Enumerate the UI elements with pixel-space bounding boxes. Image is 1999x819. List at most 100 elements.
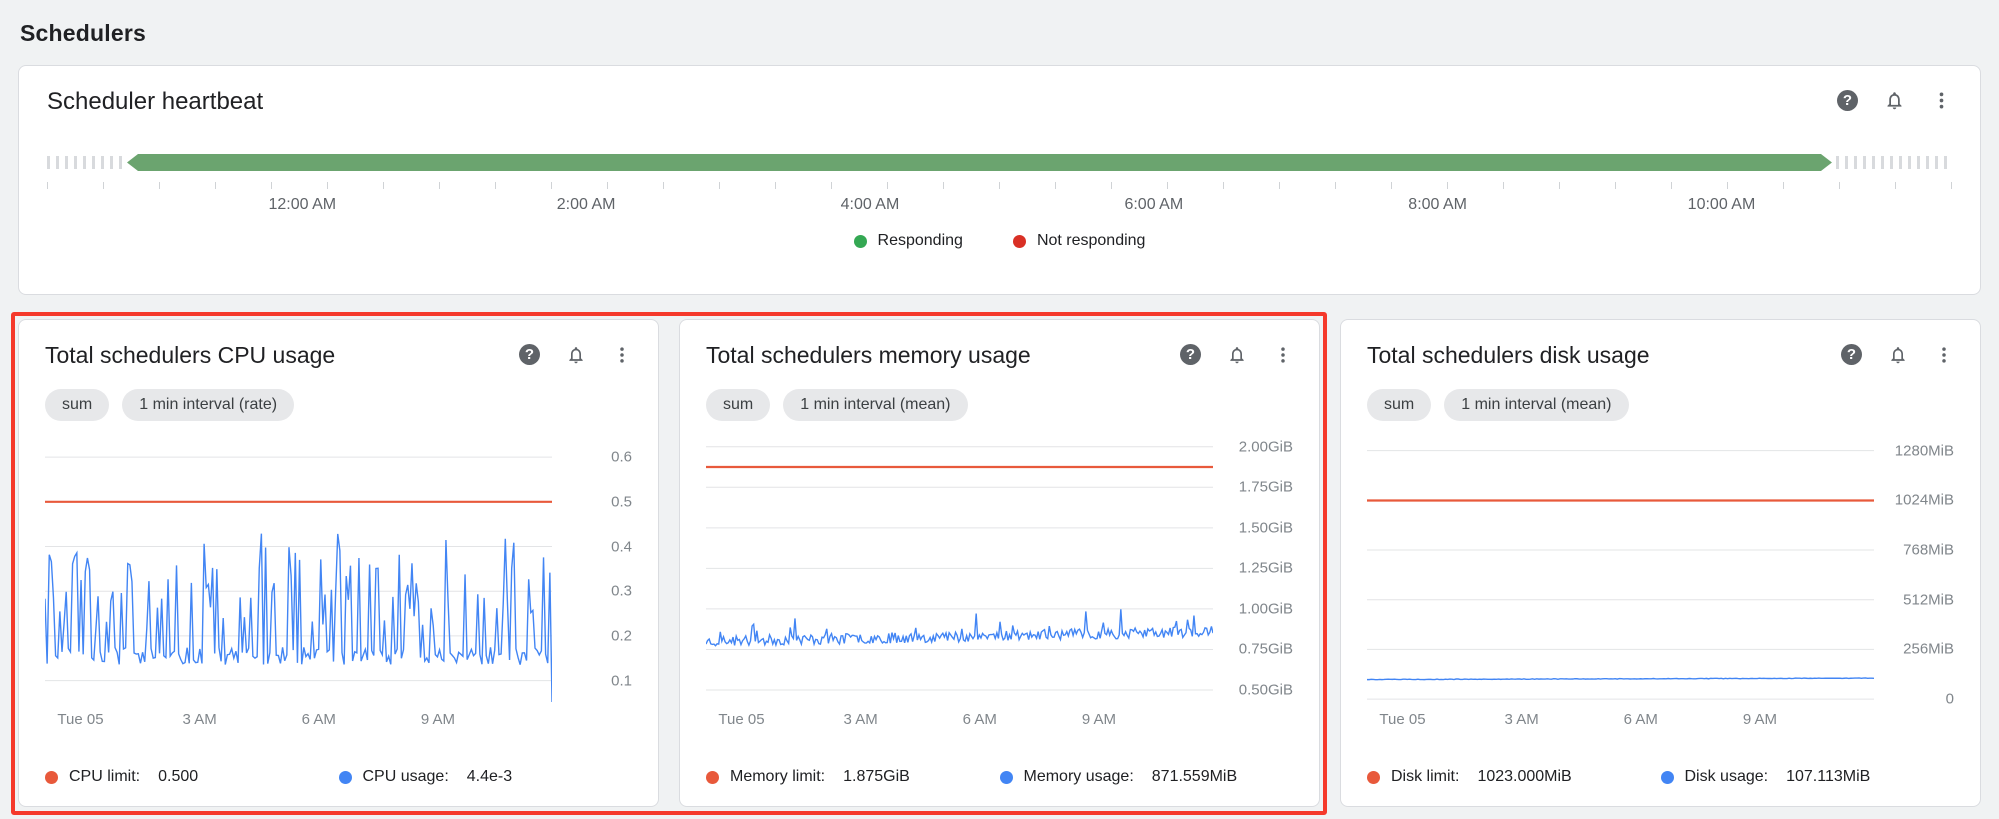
limit-dot-icon: [1367, 771, 1380, 784]
legend-label: Memory limit:: [730, 768, 825, 786]
legend-label: Disk limit:: [1391, 768, 1459, 786]
legend-label: Responding: [878, 232, 963, 250]
disk-usage-plot: [1367, 437, 1874, 703]
legend-item-limit: Disk limit: 1023.000MiB: [1367, 768, 1661, 786]
x-tick-label: 6 AM: [1624, 711, 1658, 728]
cpu-usage-plot: [45, 437, 552, 703]
more-options-icon[interactable]: [1273, 345, 1293, 365]
legend-value: 107.113MiB: [1786, 768, 1870, 786]
chart-title: Total schedulers memory usage: [706, 342, 1031, 369]
legend-item-limit: Memory limit: 1.875GiB: [706, 768, 1000, 786]
legend-label: Memory usage:: [1024, 768, 1134, 786]
x-tick-label: 3 AM: [1505, 711, 1539, 728]
time-label: 12:00 AM: [268, 196, 336, 214]
x-tick-label: 9 AM: [1082, 711, 1116, 728]
x-axis-labels: Tue 05 3 AM 6 AM 9 AM: [1367, 711, 1874, 735]
y-tick-label: 0.50GiB: [1239, 682, 1293, 699]
legend-item-usage: Memory usage: 871.559MiB: [1000, 768, 1294, 786]
chart-legend: Disk limit: 1023.000MiB Disk usage: 107.…: [1367, 754, 1954, 786]
time-label: 8:00 AM: [1408, 196, 1467, 214]
interval-chip[interactable]: 1 min interval (mean): [1444, 389, 1628, 421]
add-alert-bell-icon[interactable]: [1888, 345, 1908, 365]
heartbeat-timeline: [47, 154, 1952, 171]
y-tick-label: 1.50GiB: [1239, 519, 1293, 536]
limit-dot-icon: [706, 771, 719, 784]
heartbeat-bar-responding: [127, 154, 1832, 171]
y-tick-label: 0.4: [611, 538, 632, 555]
card-actions: ?: [519, 344, 632, 365]
legend-item-not-responding: Not responding: [1013, 232, 1146, 250]
more-options-icon[interactable]: [1934, 345, 1954, 365]
legend-label: CPU limit:: [69, 768, 140, 786]
y-tick-label: 0.2: [611, 627, 632, 644]
x-tick-label: 9 AM: [421, 711, 455, 728]
aggregation-chip[interactable]: sum: [1367, 389, 1431, 421]
legend-value: 871.559MiB: [1152, 768, 1237, 786]
chart-card-memory-usage: Total schedulers memory usage ? sum 1 mi…: [679, 319, 1320, 807]
chart-title: Total schedulers CPU usage: [45, 342, 335, 369]
aggregation-chip[interactable]: sum: [706, 389, 770, 421]
card-actions: ?: [1837, 90, 1952, 111]
y-tick-label: 2.00GiB: [1239, 438, 1293, 455]
help-icon[interactable]: ?: [1837, 90, 1858, 111]
time-label: 2:00 AM: [557, 196, 616, 214]
add-alert-bell-icon[interactable]: [1227, 345, 1247, 365]
page-title: Schedulers: [20, 20, 1981, 47]
add-alert-bell-icon[interactable]: [1884, 90, 1905, 111]
y-tick-label: 0.5: [611, 493, 632, 510]
y-tick-label: 0.6: [611, 449, 632, 466]
add-alert-bell-icon[interactable]: [566, 345, 586, 365]
chart-legend: Memory limit: 1.875GiB Memory usage: 871…: [706, 754, 1293, 786]
x-tick-label: Tue 05: [1379, 711, 1425, 728]
heartbeat-card: Scheduler heartbeat ? 12:00 AM 2:00 AM 4…: [18, 65, 1981, 295]
x-tick-label: 6 AM: [963, 711, 997, 728]
nodata-ticks-left: [47, 156, 127, 169]
heartbeat-title: Scheduler heartbeat: [47, 88, 263, 116]
help-icon[interactable]: ?: [1180, 344, 1201, 365]
more-options-icon[interactable]: [612, 345, 632, 365]
interval-chip[interactable]: 1 min interval (mean): [783, 389, 967, 421]
y-tick-label: 1.00GiB: [1239, 600, 1293, 617]
y-axis-labels: 0.60.50.40.30.20.1: [552, 437, 632, 703]
y-tick-label: 256MiB: [1903, 641, 1954, 658]
y-tick-label: 0: [1946, 691, 1954, 708]
time-axis-labels: 12:00 AM 2:00 AM 4:00 AM 6:00 AM 8:00 AM…: [47, 196, 1952, 220]
not-responding-dot-icon: [1013, 235, 1026, 248]
chart-title: Total schedulers disk usage: [1367, 342, 1650, 369]
x-tick-label: Tue 05: [57, 711, 103, 728]
legend-value: 1023.000MiB: [1477, 768, 1571, 786]
charts-row: Total schedulers CPU usage ? sum 1 min i…: [18, 319, 1981, 807]
y-axis-labels: 1280MiB1024MiB768MiB512MiB256MiB0: [1874, 437, 1954, 703]
legend-item-usage: CPU usage: 4.4e-3: [339, 768, 633, 786]
x-axis-labels: Tue 05 3 AM 6 AM 9 AM: [45, 711, 552, 735]
usage-dot-icon: [1000, 771, 1013, 784]
y-axis-labels: 2.00GiB1.75GiB1.50GiB1.25GiB1.00GiB0.75G…: [1213, 437, 1293, 703]
y-tick-label: 1.75GiB: [1239, 479, 1293, 496]
help-icon[interactable]: ?: [519, 344, 540, 365]
x-tick-label: 3 AM: [183, 711, 217, 728]
heartbeat-legend: Responding Not responding: [47, 232, 1952, 250]
time-label: 4:00 AM: [841, 196, 900, 214]
limit-dot-icon: [45, 771, 58, 784]
chart-card-disk-usage: Total schedulers disk usage ? sum 1 min …: [1340, 319, 1981, 807]
chart-legend: CPU limit: 0.500 CPU usage: 4.4e-3: [45, 754, 632, 786]
memory-usage-plot: [706, 437, 1213, 703]
x-tick-label: Tue 05: [718, 711, 764, 728]
y-tick-label: 1024MiB: [1895, 492, 1954, 509]
aggregation-chip[interactable]: sum: [45, 389, 109, 421]
help-icon[interactable]: ?: [1841, 344, 1862, 365]
legend-item-responding: Responding: [854, 232, 963, 250]
responding-dot-icon: [854, 235, 867, 248]
time-label: 6:00 AM: [1124, 196, 1183, 214]
more-options-icon[interactable]: [1931, 90, 1952, 111]
chart-card-cpu-usage: Total schedulers CPU usage ? sum 1 min i…: [18, 319, 659, 807]
usage-dot-icon: [339, 771, 352, 784]
y-tick-label: 768MiB: [1903, 542, 1954, 559]
legend-item-usage: Disk usage: 107.113MiB: [1661, 768, 1955, 786]
y-tick-label: 512MiB: [1903, 591, 1954, 608]
time-axis-ticks: [47, 182, 1952, 189]
card-actions: ?: [1841, 344, 1954, 365]
interval-chip[interactable]: 1 min interval (rate): [122, 389, 294, 421]
legend-label: Disk usage:: [1685, 768, 1769, 786]
x-tick-label: 6 AM: [302, 711, 336, 728]
